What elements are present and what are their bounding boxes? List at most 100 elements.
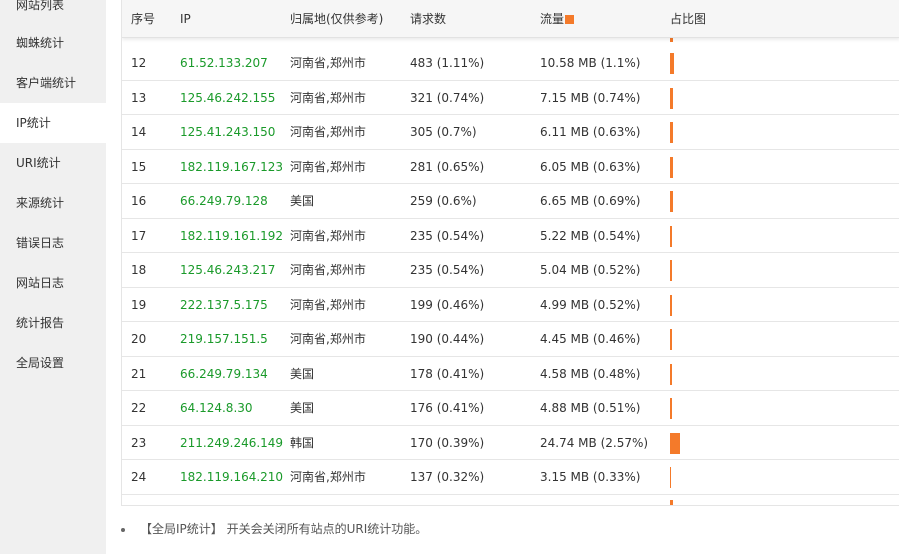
sidebar-item-uri-stats[interactable]: URI统计	[0, 143, 106, 183]
share-bar	[670, 53, 674, 74]
share-bar	[670, 329, 672, 350]
row-ip-link[interactable]: 66.249.79.134	[180, 357, 268, 391]
row-ip-link[interactable]: 125.41.243.150	[180, 115, 275, 149]
sidebar-item-report[interactable]: 统计报告	[0, 303, 106, 343]
row-traffic: 6.65 MB (0.69%)	[540, 194, 641, 208]
row-no: 17	[131, 228, 147, 243]
row-location: 河南省,郑州市	[290, 125, 366, 139]
row-no: 12	[131, 56, 147, 70]
row-ip-link[interactable]: 219.157.151.5	[180, 322, 268, 356]
row-ip-link[interactable]: 64.124.8.30	[180, 391, 253, 425]
sidebar-item-site-log[interactable]: 网站日志	[0, 263, 106, 303]
notes-list: 【全局IP统计】 开关会关闭所有站点的URI统计功能。	[121, 518, 881, 540]
row-no: 13	[131, 90, 147, 105]
row-requests: 305 (0.7%)	[410, 125, 477, 139]
row-location: 河南省,郑州市	[290, 332, 366, 346]
row-location: 美国	[290, 401, 315, 415]
sidebar-item-ip-stats[interactable]: IP统计	[0, 103, 106, 143]
row-no: 22	[131, 401, 147, 415]
row-no: 21	[131, 366, 147, 381]
row-traffic: 3.15 MB (0.33%)	[540, 470, 641, 484]
share-bar	[670, 499, 673, 505]
share-bar	[670, 398, 672, 419]
row-no: 19	[131, 297, 147, 312]
row-location: 河南省,郑州市	[290, 263, 366, 277]
row-traffic: 5.22 MB (0.54%)	[540, 228, 641, 243]
row-location: 韩国	[290, 435, 315, 450]
row-requests: 235 (0.54%)	[410, 263, 485, 277]
row-ip-link[interactable]: 182.119.161.192	[180, 219, 283, 253]
row-location: 河南省,郑州市	[290, 56, 366, 70]
row-requests: 483 (1.11%)	[410, 56, 485, 70]
sidebar-item-label: URI统计	[16, 156, 61, 170]
sort-indicator-icon	[565, 15, 575, 24]
row-requests: 178 (0.41%)	[410, 366, 485, 381]
share-bar	[670, 363, 672, 385]
row-traffic: 4.45 MB (0.46%)	[540, 332, 641, 346]
sidebar-item-site-list[interactable]: 网站列表	[0, 0, 106, 25]
row-location: 河南省,郑州市	[290, 159, 366, 174]
row-location: 美国	[290, 194, 315, 208]
header-ip: IP	[180, 12, 191, 26]
share-bar	[670, 432, 680, 454]
row-location: 美国	[290, 366, 315, 381]
sidebar-item-client-stats[interactable]: 客户端统计	[0, 63, 106, 103]
row-location: 河南省,郑州市	[290, 470, 366, 484]
header-requests: 请求数	[410, 12, 447, 26]
table-row: 17 182.119.161.192 河南省,郑州市 235 (0.54%) 5.22 …	[122, 219, 899, 253]
table-row: 21 66.249.79.134 美国 178 (0.41%) 4.58 MB (0.4…	[122, 357, 899, 391]
row-ip-link[interactable]: 125.46.242.155	[180, 81, 275, 115]
sidebar-item-label: 网站日志	[16, 276, 65, 290]
header-location: 归属地(仅供参考)	[290, 12, 384, 26]
sidebar-item-label: 错误日志	[16, 236, 65, 250]
row-requests: 190 (0.44%)	[410, 332, 485, 346]
row-traffic: 6.11 MB (0.63%)	[540, 125, 641, 139]
row-ip-link[interactable]: 125.46.243.217	[180, 253, 275, 287]
row-ip-link[interactable]: 211.249.246.149	[180, 426, 283, 460]
row-traffic: 4.99 MB (0.52%)	[540, 297, 641, 312]
sidebar-item-error-log[interactable]: 错误日志	[0, 223, 106, 263]
row-requests: 259 (0.6%)	[410, 194, 477, 208]
row-requests: 199 (0.46%)	[410, 297, 485, 312]
sidebar-item-spider-stats[interactable]: 蜘蛛统计	[0, 23, 106, 63]
row-requests: 321 (0.74%)	[410, 90, 485, 105]
row-no: 15	[131, 159, 147, 174]
row-no: 23	[131, 435, 147, 450]
row-ip-link[interactable]: 66.249.79.128	[180, 184, 268, 218]
main-content: 序号 IP 归属地(仅供参考) 请求数 流量 占比图 12 61.52.133.2…	[106, 0, 899, 554]
row-traffic: 10.58 MB (1.1%)	[540, 56, 641, 70]
row-traffic: 4.58 MB (0.48%)	[540, 366, 641, 381]
table-header: 序号 IP 归属地(仅供参考) 请求数 流量 占比图	[122, 0, 899, 38]
ip-stats-table[interactable]: 序号 IP 归属地(仅供参考) 请求数 流量 占比图 12 61.52.133.2…	[121, 0, 899, 506]
table-row: 12 61.52.133.207 河南省,郑州市 483 (1.11%) 10.58 M…	[122, 46, 899, 81]
row-ip-link[interactable]: 182.119.164.210	[180, 460, 283, 494]
table-row: 20 219.157.151.5 河南省,郑州市 190 (0.44%) 4.45 MB…	[122, 322, 899, 357]
sidebar-item-referer-stats[interactable]: 来源统计	[0, 183, 106, 223]
row-traffic: 7.15 MB (0.74%)	[540, 90, 641, 105]
row-traffic: 24.74 MB (2.57%)	[540, 435, 649, 450]
table-row: 23 211.249.246.149 韩国 170 (0.39%) 24.74 MB (…	[122, 426, 899, 460]
table-row: 16 66.249.79.128 美国 259 (0.6%) 6.65 MB (0.69…	[122, 184, 899, 219]
share-bar	[670, 191, 673, 212]
row-traffic: 5.04 MB (0.52%)	[540, 263, 641, 277]
row-requests: 170 (0.39%)	[410, 435, 485, 450]
sidebar-item-label: 来源统计	[16, 196, 65, 210]
share-bar	[670, 87, 673, 109]
share-bar	[670, 122, 673, 143]
sidebar: 网站列表 蜘蛛统计 客户端统计 IP统计 URI统计来源统计错误日志网站日志统计报告全局…	[0, 0, 106, 554]
share-bar	[670, 294, 672, 316]
sidebar-item-global-settings[interactable]: 全局设置	[0, 343, 106, 383]
header-chart: 占比图	[670, 12, 707, 26]
row-requests: 281 (0.65%)	[410, 159, 485, 174]
share-bar	[670, 260, 672, 281]
row-ip-link[interactable]: 222.137.5.175	[180, 288, 268, 322]
row-ip-link[interactable]: 61.52.133.207	[180, 46, 268, 80]
row-traffic: 4.88 MB (0.51%)	[540, 401, 641, 415]
row-ip-link[interactable]: 182.119.167.123	[180, 150, 283, 184]
row-location: 河南省,郑州市	[290, 297, 366, 312]
header-traffic-label: 流量	[540, 12, 565, 26]
sidebar-item-label: 全局设置	[16, 356, 65, 370]
row-location: 河南省,郑州市	[290, 228, 366, 243]
share-bar	[670, 225, 672, 247]
header-traffic[interactable]: 流量	[540, 0, 575, 38]
